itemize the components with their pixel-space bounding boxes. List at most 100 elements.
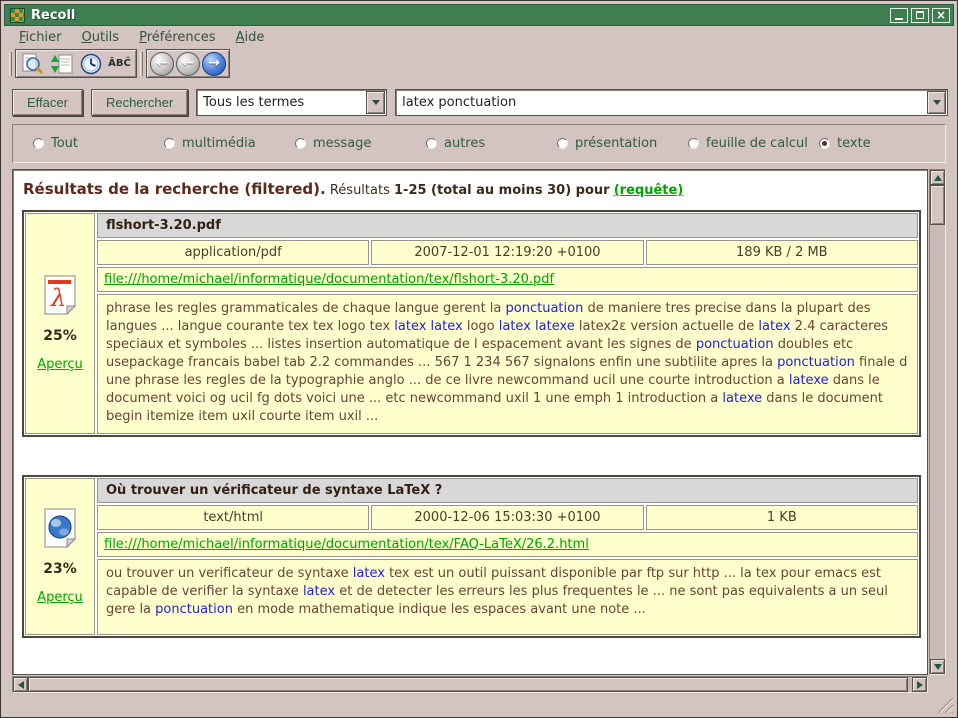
radio-icon[interactable] (295, 138, 306, 149)
term-explorer-button[interactable]: ÂBĈ (106, 51, 133, 76)
preview-link[interactable]: Aperçu (37, 357, 83, 372)
menu-bar: Fichier Outils Préférences Aide (4, 26, 954, 48)
pdf-icon: λ (43, 275, 77, 315)
search-type-select[interactable]: Tous les termes (196, 89, 387, 116)
result-details: Où trouver un vérificateur de syntaxe La… (97, 478, 918, 635)
results-count-prefix: Résultats (330, 183, 390, 198)
arrow-right-icon: → (208, 56, 220, 70)
search-input[interactable] (396, 95, 926, 110)
radio-icon[interactable] (688, 138, 699, 149)
result-details: flshort-3.20.pdf application/pdf 2007-12… (97, 213, 918, 434)
query-link[interactable]: (requête) (614, 183, 684, 198)
category-filter-frame: Tout multimédia message autres présentat… (12, 124, 946, 163)
filter-tout[interactable]: Tout (33, 136, 164, 151)
result-side-panel: λ 25% Aperçu (25, 213, 95, 434)
first-page-button[interactable]: ← (150, 52, 174, 76)
document-sort-icon (50, 53, 74, 75)
result-title[interactable]: Où trouver un vérificateur de syntaxe La… (97, 478, 918, 503)
maximize-button[interactable] (911, 8, 929, 23)
result-url-link[interactable]: file:///home/michael/informatique/docume… (104, 272, 554, 287)
results-count-range: 1-25 (total au moins 30) pour (394, 183, 610, 198)
result-url-row: file:///home/michael/informatique/docume… (97, 532, 918, 557)
filter-label: multimédia (182, 136, 256, 151)
result-item: λ 25% Aperçu flshort-3.20.pdf applicatio… (22, 210, 921, 437)
result-mime: application/pdf (97, 240, 369, 265)
search-row: Effacer Rechercher Tous les termes (12, 89, 948, 116)
query-combo[interactable] (395, 89, 948, 116)
toolbar-handle[interactable] (9, 52, 12, 76)
sort-parameters-button[interactable] (48, 51, 75, 76)
result-meta-row: application/pdf 2007-12-01 12:19:20 +010… (97, 240, 918, 265)
menu-fichier[interactable]: Fichier (10, 28, 71, 47)
radio-icon[interactable] (426, 138, 437, 149)
result-mime: text/html (97, 505, 369, 530)
previous-page-button[interactable]: ← (176, 52, 200, 76)
filter-presentation[interactable]: présentation (557, 136, 688, 151)
horizontal-scroll-thumb[interactable] (28, 677, 908, 692)
result-size: 1 KB (646, 505, 918, 530)
results-title: Résultats de la recherche (filtered). (23, 180, 326, 198)
preview-link[interactable]: Aperçu (37, 590, 83, 605)
app-logo-icon (10, 8, 25, 23)
clear-button[interactable]: Effacer (12, 89, 83, 116)
filter-label: feuille de calcul (706, 136, 808, 151)
toolbar-group-tools: ÂBĈ (15, 49, 137, 78)
menu-preferences[interactable]: Préférences (130, 28, 224, 47)
filter-multimedia[interactable]: multimédia (164, 136, 295, 151)
minimize-icon (895, 18, 903, 20)
chevron-down-icon[interactable] (927, 91, 946, 114)
minimize-button[interactable] (890, 8, 908, 23)
menu-outils[interactable]: Outils (73, 28, 129, 47)
advanced-search-button[interactable] (19, 51, 46, 76)
svg-text:λ: λ (50, 284, 66, 312)
filter-label: présentation (575, 136, 657, 151)
filter-message[interactable]: message (295, 136, 426, 151)
status-strip (4, 693, 954, 714)
results-shell: Résultats de la recherche (filtered). Ré… (12, 169, 946, 693)
window-title: Recoll (31, 8, 75, 23)
arrow-down-icon (934, 664, 942, 670)
arrow-left-icon: ← (156, 56, 168, 70)
chevron-down-icon[interactable] (366, 91, 385, 114)
vertical-scroll-thumb[interactable] (930, 185, 945, 225)
scroll-left-button[interactable] (13, 677, 28, 692)
titlebar[interactable]: Recoll × (4, 4, 954, 26)
clock-icon (80, 53, 102, 75)
toolbar-handle[interactable] (140, 52, 143, 76)
filter-label: Tout (51, 136, 78, 151)
radio-icon[interactable] (557, 138, 568, 149)
results-list: Résultats de la recherche (filtered). Ré… (12, 169, 928, 675)
vertical-scrollbar[interactable] (929, 169, 946, 675)
radio-icon[interactable] (819, 138, 830, 149)
horizontal-scrollbar[interactable] (12, 676, 928, 693)
scroll-right-button[interactable] (912, 677, 927, 692)
document-search-icon (21, 53, 45, 75)
result-meta-row: text/html 2000-12-06 15:03:30 +0100 1 KB (97, 505, 918, 530)
resize-grip[interactable] (936, 696, 953, 713)
document-history-button[interactable] (77, 51, 104, 76)
result-item: 23% Aperçu Où trouver un vérificateur de… (22, 475, 921, 638)
arrow-up-icon (934, 175, 942, 181)
filter-autres[interactable]: autres (426, 136, 557, 151)
search-type-value: Tous les termes (197, 95, 365, 110)
radio-icon[interactable] (33, 138, 44, 149)
next-page-button[interactable]: → (202, 52, 226, 76)
scroll-down-button[interactable] (930, 659, 945, 674)
filter-texte[interactable]: texte (819, 136, 871, 151)
arrow-left-icon (18, 681, 24, 689)
close-button[interactable]: × (932, 8, 950, 23)
scroll-up-button[interactable] (930, 170, 945, 185)
result-title[interactable]: flshort-3.20.pdf (97, 213, 918, 238)
menu-aide[interactable]: Aide (227, 28, 274, 47)
filter-label: texte (837, 136, 871, 151)
result-url-link[interactable]: file:///home/michael/informatique/docume… (104, 537, 589, 552)
radio-icon[interactable] (164, 138, 175, 149)
filter-label: autres (444, 136, 485, 151)
filter-feuille-de-calcul[interactable]: feuille de calcul (688, 136, 819, 151)
html-icon (43, 508, 77, 548)
result-size: 189 KB / 2 MB (646, 240, 918, 265)
maximize-icon (916, 11, 924, 19)
result-date: 2000-12-06 15:03:30 +0100 (371, 505, 643, 530)
recoll-window: Recoll × Fichier Outils Préférences Aide (0, 0, 958, 718)
search-button[interactable]: Rechercher (91, 89, 188, 116)
